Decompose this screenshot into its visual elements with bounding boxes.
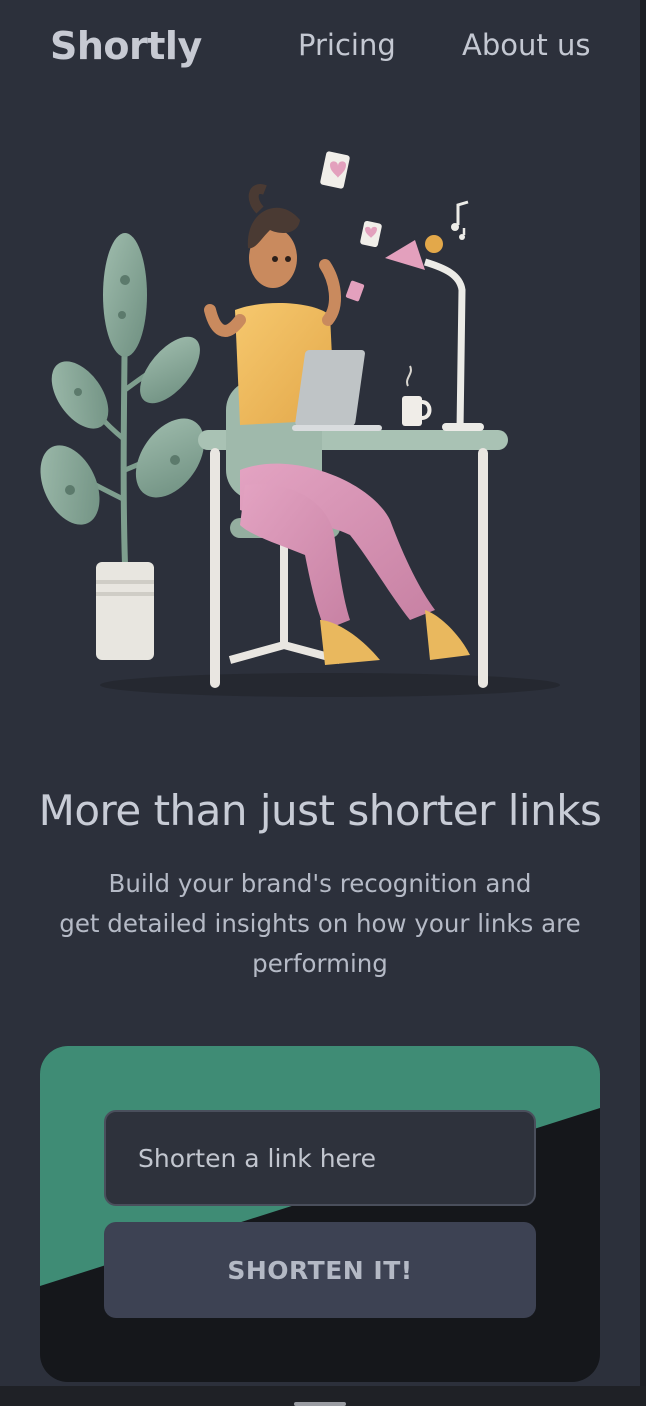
- nav-link-about-us[interactable]: About us: [462, 28, 590, 62]
- mug-icon: [402, 365, 432, 426]
- plant-icon: [40, 233, 205, 660]
- music-note-icon: [451, 200, 469, 240]
- shorten-link-input[interactable]: [104, 1110, 536, 1206]
- lamp-icon: [385, 235, 484, 431]
- hero-subtitle: Build your brand's recognition and get d…: [40, 864, 600, 984]
- card-background-shape: [40, 1046, 600, 1286]
- logo[interactable]: Shortly: [50, 24, 202, 68]
- shorten-button[interactable]: SHORTEN IT!: [104, 1222, 536, 1318]
- hero-subtitle-line-3: performing: [252, 949, 388, 978]
- nav-link-pricing[interactable]: Pricing: [298, 28, 396, 62]
- hero-subtitle-line-2: get detailed insights on how your links …: [59, 909, 581, 938]
- window-edge: [640, 0, 646, 1406]
- hero-illustration: [40, 151, 560, 697]
- shorten-form-card: SHORTEN IT!: [40, 1046, 600, 1382]
- hero-subtitle-line-1: Build your brand's recognition and: [108, 869, 532, 898]
- page: Shortly Pricing About us More than just …: [0, 0, 646, 1406]
- header: Shortly Pricing About us: [0, 0, 640, 95]
- laptop-icon: [292, 350, 382, 431]
- hero-title: More than just shorter links: [38, 786, 602, 835]
- home-indicator: [294, 1402, 346, 1406]
